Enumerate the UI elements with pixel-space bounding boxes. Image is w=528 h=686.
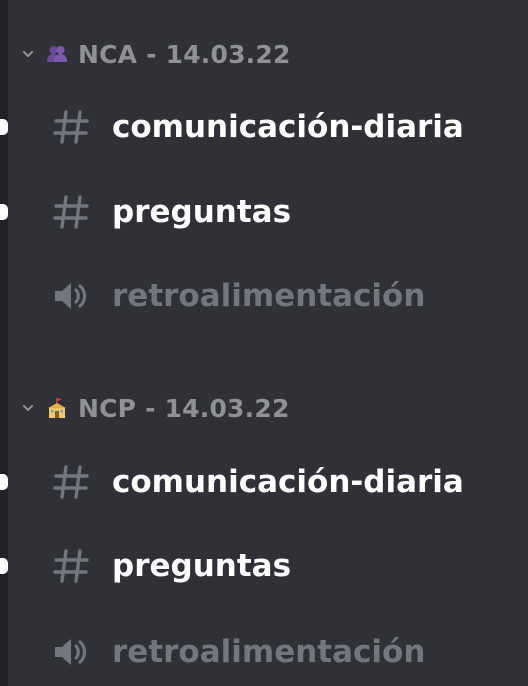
hashtag-icon bbox=[50, 545, 92, 587]
category-header-nca[interactable]: NCA - 14.03.22 bbox=[20, 36, 291, 72]
unread-indicator bbox=[0, 558, 8, 574]
unread-indicator bbox=[0, 119, 8, 135]
hashtag-icon bbox=[50, 461, 92, 503]
category-label: NCP - 14.03.22 bbox=[78, 393, 290, 423]
voice-channel-retroalimentacion[interactable]: retroalimentación bbox=[0, 622, 528, 682]
unread-indicator bbox=[0, 474, 8, 490]
channel-label: comunicación-diaria bbox=[112, 464, 464, 500]
school-icon bbox=[46, 397, 68, 419]
people-icon bbox=[46, 43, 68, 65]
hashtag-icon bbox=[50, 106, 92, 148]
chevron-down-icon bbox=[20, 400, 36, 416]
channel-label: retroalimentación bbox=[112, 634, 426, 670]
channel-label: comunicación-diaria bbox=[112, 109, 464, 145]
category-label: NCA - 14.03.22 bbox=[78, 39, 291, 69]
channel-preguntas[interactable]: preguntas bbox=[0, 536, 528, 596]
channel-label: preguntas bbox=[112, 548, 292, 584]
channel-label: retroalimentación bbox=[112, 278, 426, 314]
unread-indicator bbox=[0, 204, 8, 220]
category-header-ncp[interactable]: NCP - 14.03.22 bbox=[20, 390, 290, 426]
channel-preguntas[interactable]: preguntas bbox=[0, 182, 528, 242]
channel-label: preguntas bbox=[112, 194, 292, 230]
channel-comunicacion-diaria[interactable]: comunicación-diaria bbox=[0, 97, 528, 157]
chevron-down-icon bbox=[20, 46, 36, 62]
voice-channel-retroalimentacion[interactable]: retroalimentación bbox=[0, 266, 528, 326]
hashtag-icon bbox=[50, 191, 92, 233]
channel-comunicacion-diaria[interactable]: comunicación-diaria bbox=[0, 452, 528, 512]
speaker-icon bbox=[50, 275, 92, 317]
speaker-icon bbox=[50, 631, 92, 673]
